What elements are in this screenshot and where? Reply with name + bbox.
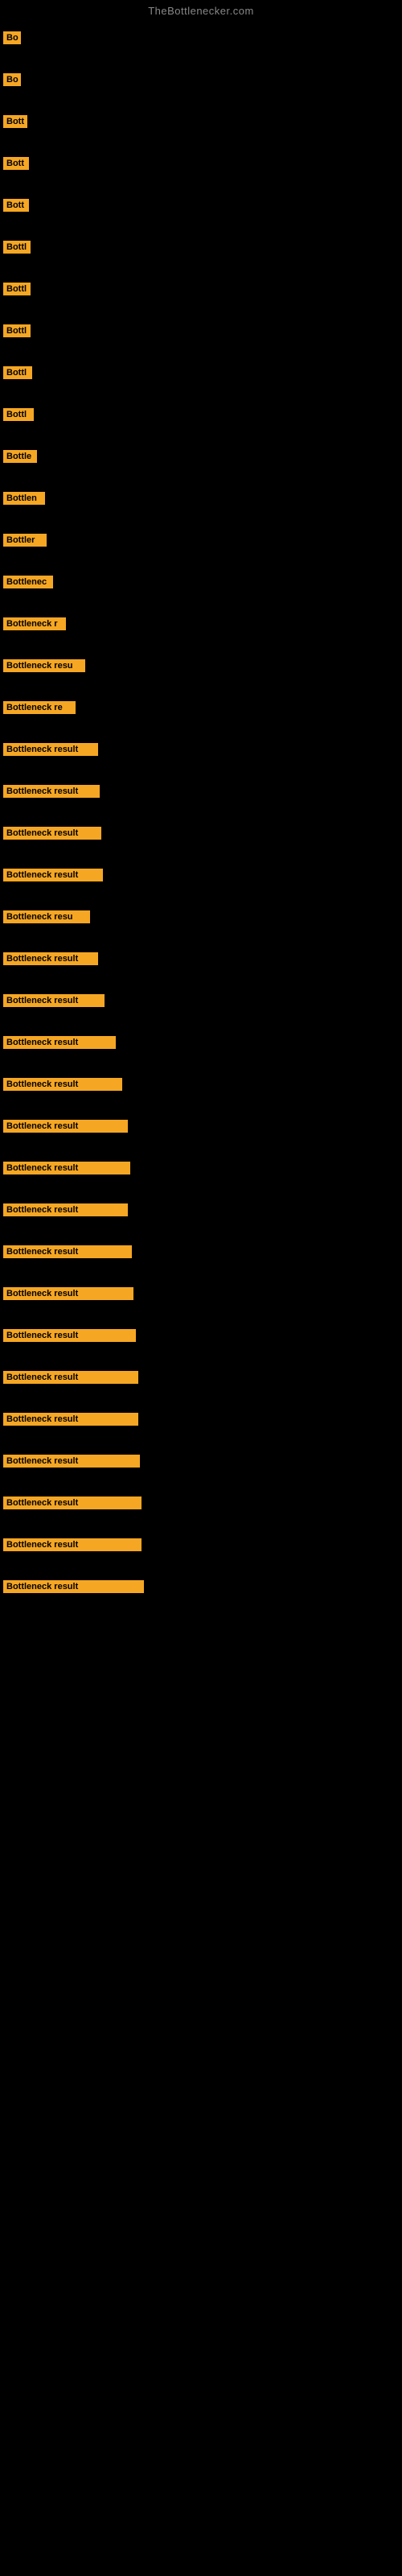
bar-row: Bottleneck result: [0, 1368, 402, 1387]
bar-row: Bottl: [0, 279, 402, 299]
bar-row: Bottleneck resu: [0, 656, 402, 675]
bar-label: Bottleneck result: [3, 1036, 116, 1049]
bar-row: Bottleneck result: [0, 865, 402, 885]
bar-label: Bottl: [3, 241, 31, 254]
bar-row: Bottleneck result: [0, 782, 402, 801]
bar-row: Bottleneck resu: [0, 907, 402, 927]
bar-label: Bottl: [3, 324, 31, 337]
bar-label: Bottlenec: [3, 576, 53, 588]
bar-row: Bott: [0, 154, 402, 173]
bar-label: Bottleneck result: [3, 1203, 128, 1216]
bar-label: Bottleneck result: [3, 743, 98, 756]
bar-label: Bottleneck result: [3, 1413, 138, 1426]
bar-row: Bottleneck result: [0, 1326, 402, 1345]
bar-row: Bottleneck result: [0, 949, 402, 968]
bar-label: Bottleneck result: [3, 1162, 130, 1174]
bar-label: Bottleneck resu: [3, 659, 85, 672]
bar-row: Bottleneck result: [0, 740, 402, 759]
bar-row: Bottl: [0, 405, 402, 424]
bar-row: Bottleneck result: [0, 1577, 402, 1596]
bar-label: Bottleneck result: [3, 1580, 144, 1593]
bar-row: Bottleneck result: [0, 1158, 402, 1178]
bar-row: Bottleneck result: [0, 1033, 402, 1052]
bar-label: Bottleneck result: [3, 1120, 128, 1133]
bar-label: Bottleneck re: [3, 701, 76, 714]
bar-row: Bott: [0, 112, 402, 131]
bar-label: Bottl: [3, 283, 31, 295]
bar-label: Bott: [3, 199, 29, 212]
bar-label: Bottleneck result: [3, 1287, 133, 1300]
bar-row: Bottleneck result: [0, 1451, 402, 1471]
bar-label: Bottleneck result: [3, 952, 98, 965]
bar-row: Bottlen: [0, 489, 402, 508]
bar-label: Bottleneck resu: [3, 910, 90, 923]
bar-label: Bottleneck result: [3, 869, 103, 881]
bar-label: Bo: [3, 73, 21, 86]
bar-row: Bottleneck result: [0, 1200, 402, 1220]
bar-row: Bottleneck result: [0, 1242, 402, 1261]
bar-row: Bo: [0, 28, 402, 47]
bar-row: Bottlenec: [0, 572, 402, 592]
bar-row: Bottleneck re: [0, 698, 402, 717]
bar-row: Bottleneck result: [0, 991, 402, 1010]
bar-label: Bottleneck r: [3, 617, 66, 630]
bar-row: Bott: [0, 196, 402, 215]
bar-row: Bottleneck result: [0, 824, 402, 843]
bar-row: Bottl: [0, 363, 402, 382]
bar-label: Bottleneck result: [3, 1245, 132, 1258]
bar-label: Bottleneck result: [3, 827, 101, 840]
bar-row: Bottleneck result: [0, 1410, 402, 1429]
bar-label: Bottler: [3, 534, 47, 547]
bar-label: Bottleneck result: [3, 1078, 122, 1091]
bar-row: Bottle: [0, 447, 402, 466]
bar-label: Bottleneck result: [3, 994, 105, 1007]
bar-row: Bottleneck r: [0, 614, 402, 634]
bar-label: Bottl: [3, 366, 32, 379]
bar-label: Bottleneck result: [3, 1496, 142, 1509]
bar-row: Bottleneck result: [0, 1493, 402, 1513]
bar-label: Bottleneck result: [3, 1329, 136, 1342]
bar-label: Bottle: [3, 450, 37, 463]
bar-row: Bottleneck result: [0, 1535, 402, 1554]
site-title: TheBottlenecker.com: [0, 0, 402, 20]
bar-row: Bo: [0, 70, 402, 89]
bar-label: Bottleneck result: [3, 1371, 138, 1384]
bar-label: Bottl: [3, 408, 34, 421]
bar-row: Bottler: [0, 530, 402, 550]
bar-row: Bottleneck result: [0, 1117, 402, 1136]
bar-label: Bottleneck result: [3, 1538, 142, 1551]
bar-label: Bottleneck result: [3, 785, 100, 798]
bar-label: Bo: [3, 31, 21, 44]
bar-row: Bottleneck result: [0, 1075, 402, 1094]
bar-row: Bottleneck result: [0, 1284, 402, 1303]
bar-row: Bottl: [0, 237, 402, 257]
bar-label: Bott: [3, 115, 27, 128]
bar-label: Bott: [3, 157, 29, 170]
bar-label: Bottleneck result: [3, 1455, 140, 1468]
bar-label: Bottlen: [3, 492, 45, 505]
bar-row: Bottl: [0, 321, 402, 341]
